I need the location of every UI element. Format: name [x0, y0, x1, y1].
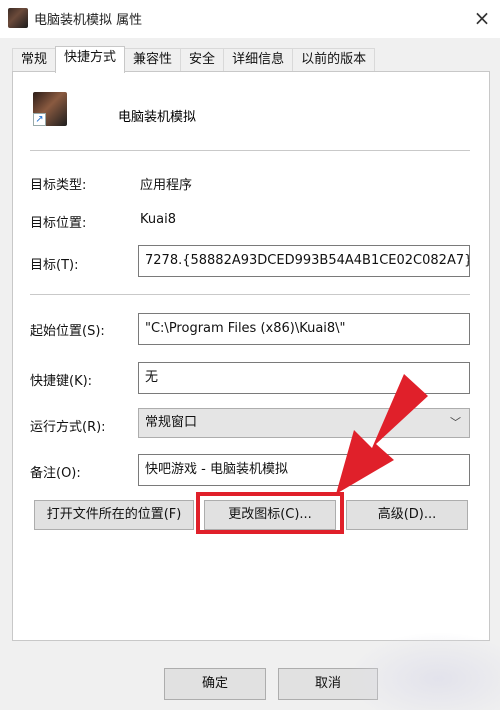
chevron-down-icon: ﹀ — [450, 416, 461, 429]
run-label: 运行方式(R): — [30, 420, 106, 435]
start-in-input[interactable]: "C:\Program Files (x86)\Kuai8\" — [138, 313, 470, 345]
divider — [30, 150, 470, 151]
target-location-label: 目标位置: — [30, 216, 87, 231]
tab-compatibility[interactable]: 兼容性 — [124, 48, 182, 72]
shortcut-arrow-icon: ↗ — [33, 113, 46, 126]
shortcut-app-name: 电脑装机模拟 — [118, 110, 197, 125]
window-title: 电脑装机模拟 属性 — [34, 13, 143, 28]
title-bar: 电脑装机模拟 属性 × — [0, 0, 500, 38]
target-label: 目标(T): — [30, 258, 79, 273]
hotkey-label: 快捷键(K): — [30, 374, 93, 389]
target-location-value: Kuai8 — [140, 212, 176, 227]
target-type-label: 目标类型: — [30, 178, 87, 193]
tab-details[interactable]: 详细信息 — [223, 48, 294, 72]
tab-general[interactable]: 常规 — [12, 48, 57, 72]
ok-button[interactable]: 确定 — [164, 668, 266, 700]
run-select-value: 常规窗口 — [145, 415, 198, 430]
annotation-highlight-box — [196, 492, 344, 534]
target-type-value: 应用程序 — [140, 178, 193, 193]
start-in-label: 起始位置(S): — [30, 324, 105, 339]
annotation-arrow-icon — [336, 374, 428, 494]
shortcut-app-icon: ↗ — [33, 92, 67, 126]
open-file-location-button[interactable]: 打开文件所在的位置(F) — [34, 500, 194, 530]
tab-security[interactable]: 安全 — [180, 48, 225, 72]
app-icon — [8, 8, 28, 28]
comment-label: 备注(O): — [30, 466, 81, 481]
tab-shortcut[interactable]: 快捷方式 — [55, 46, 126, 73]
divider — [30, 294, 470, 295]
watermark — [346, 632, 500, 710]
advanced-button[interactable]: 高级(D)... — [346, 500, 468, 530]
tab-strip: 常规 快捷方式 兼容性 安全 详细信息 以前的版本 — [12, 46, 376, 73]
tab-previous-versions[interactable]: 以前的版本 — [292, 48, 376, 72]
target-input[interactable]: 7278.{58882A93DCED993B54A4B1CE02C082A7} — [138, 245, 470, 277]
shortcut-panel — [12, 71, 490, 641]
close-button[interactable]: × — [470, 6, 494, 30]
